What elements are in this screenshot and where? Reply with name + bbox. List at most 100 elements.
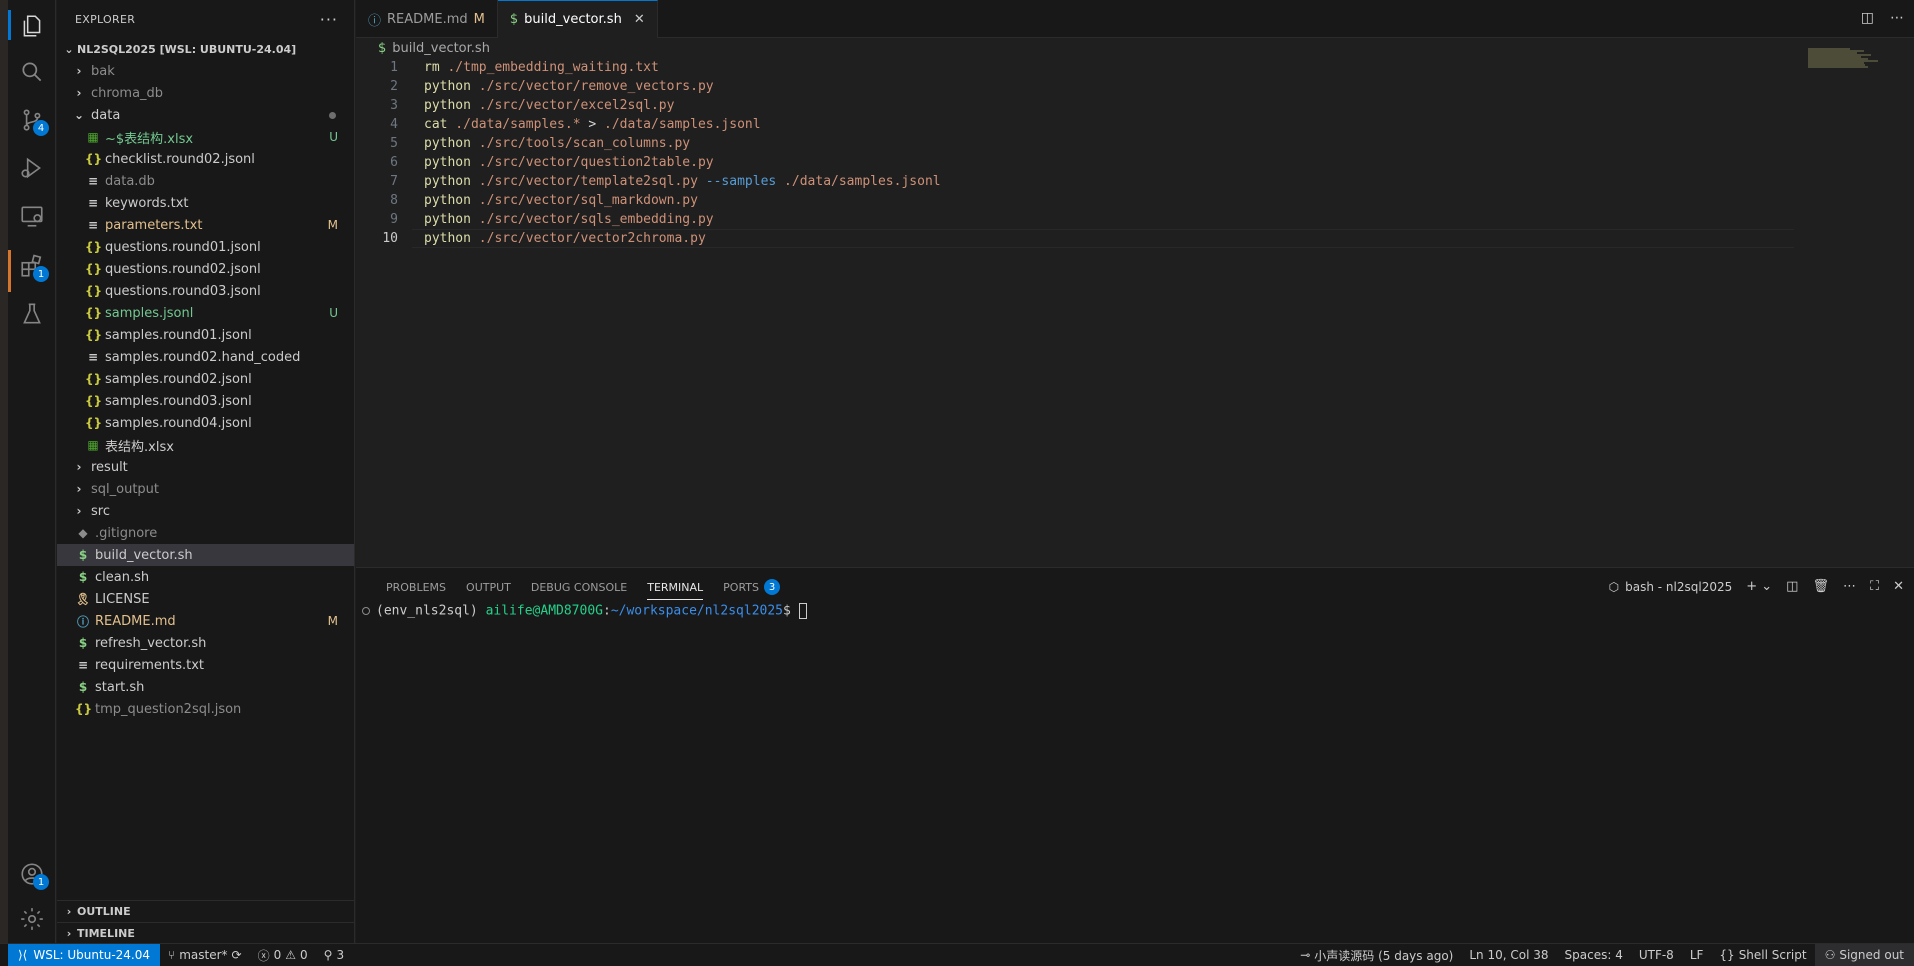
tree-item-label: questions.round03.jsonl (105, 283, 261, 299)
language-mode[interactable]: {} Shell Script (1711, 944, 1814, 966)
tree-item[interactable]: ⓘ README.md M (57, 610, 354, 632)
tree-item[interactable]: {} samples.jsonl U (57, 302, 354, 324)
explorer-icon[interactable] (16, 10, 48, 42)
panel-tab-terminal[interactable]: TERMINAL (637, 568, 713, 606)
end-of-line[interactable]: LF (1682, 944, 1712, 966)
minimap[interactable] (1808, 48, 1878, 70)
panel-tab-label: OUTPUT (466, 580, 511, 594)
panel-tab-output[interactable]: OUTPUT (456, 568, 521, 606)
tree-item[interactable]: › sql_output (57, 478, 354, 500)
kill-terminal-icon[interactable]: 🗑 (1812, 579, 1829, 594)
code-line[interactable]: 9 python ./src/vector/sqls_embedding.py (356, 210, 1914, 229)
code-editor[interactable]: $ build_vector.sh 1 rm ./tmp_embedding_wa… (356, 38, 1914, 567)
json-file-icon: {} (85, 372, 103, 386)
code-text: python ./src/vector/template2sql.py --sa… (424, 174, 941, 189)
split-editor-icon[interactable]: ◫ (1861, 10, 1874, 26)
testing-icon[interactable] (16, 298, 48, 330)
code-line[interactable]: 1 rm ./tmp_embedding_waiting.txt (356, 58, 1914, 77)
code-line[interactable]: 2 python ./src/vector/remove_vectors.py (356, 77, 1914, 96)
cursor-position[interactable]: Ln 10, Col 38 (1461, 944, 1556, 966)
tree-item[interactable]: $ build_vector.sh (57, 544, 354, 566)
code-line[interactable]: 4 cat ./data/samples.* > ./data/samples.j… (356, 115, 1914, 134)
tree-item[interactable]: {} samples.round02.jsonl (57, 368, 354, 390)
tree-item[interactable]: {} samples.round01.jsonl (57, 324, 354, 346)
tree-item[interactable]: {} samples.round03.jsonl (57, 390, 354, 412)
panel-tab-debug-console[interactable]: DEBUG CONSOLE (521, 568, 637, 606)
tab-readme[interactable]: ⓘ README.md M (356, 0, 498, 38)
code-line[interactable]: 3 python ./src/vector/excel2sql.py (356, 96, 1914, 115)
more-actions-icon[interactable]: ⋯ (1890, 10, 1904, 26)
tree-item-label: samples.round02.jsonl (105, 371, 252, 387)
maximize-panel-icon[interactable]: ⛶ (1870, 579, 1879, 594)
problems-indicator[interactable]: ⓧ 0 ⚠ 0 (250, 944, 316, 966)
search-icon[interactable] (16, 56, 48, 88)
tree-item[interactable]: {} questions.round02.jsonl (57, 258, 354, 280)
tree-item[interactable]: {} checklist.round02.jsonl (57, 148, 354, 170)
tree-item[interactable]: 🎗 LICENSE (57, 588, 354, 610)
code-token: python (424, 79, 471, 94)
terminal-name: bash - nl2sql2025 (1625, 579, 1733, 594)
ports-indicator[interactable]: ⚲ 3 (316, 944, 352, 966)
tree-item[interactable]: › chroma_db (57, 82, 354, 104)
tree-item[interactable]: ▦ ~$表结构.xlsx U (57, 126, 354, 148)
prompt-sep: : (602, 603, 611, 619)
remote-indicator[interactable]: ⟩⟨ WSL: Ubuntu-24.04 (8, 943, 161, 966)
tree-item[interactable]: $ refresh_vector.sh (57, 632, 354, 654)
code-line[interactable]: 8 python ./src/vector/sql_markdown.py (356, 191, 1914, 210)
outline-section[interactable]: › OUTLINE (57, 900, 355, 922)
branch-indicator[interactable]: ⑂ master* ⟳ (160, 944, 250, 966)
encoding[interactable]: UTF-8 (1631, 944, 1682, 966)
tree-item[interactable]: {} tmp_question2sql.json (57, 698, 354, 720)
tree-item[interactable]: $ clean.sh (57, 566, 354, 588)
tree-item[interactable]: › bak (57, 60, 354, 82)
line-number: 10 (382, 231, 398, 246)
source-control-icon[interactable]: 4 (16, 104, 49, 136)
tree-item[interactable]: ≡ parameters.txt M (57, 214, 354, 236)
new-terminal-icon[interactable]: + ⌄ (1746, 579, 1772, 594)
sync-icon[interactable]: ⟳ (232, 948, 242, 962)
info-icon: ⓘ (368, 13, 382, 29)
more-actions-icon[interactable]: ⋯ (1843, 579, 1856, 594)
remote-explorer-icon[interactable] (16, 200, 48, 232)
tree-item[interactable]: ≡ keywords.txt (57, 192, 354, 214)
tree-item[interactable]: {} questions.round03.jsonl (57, 280, 354, 302)
terminal-prompt-line[interactable]: (env_nls2sql) ailife@AMD8700G:~/workspac… (362, 603, 807, 619)
tree-item[interactable]: ◆ .gitignore (57, 522, 354, 544)
panel-tab-ports[interactable]: PORTS 3 (713, 568, 790, 606)
close-panel-icon[interactable]: ✕ (1893, 579, 1904, 594)
tree-item[interactable]: $ start.sh (57, 676, 354, 698)
more-actions-icon[interactable]: ··· (320, 10, 338, 29)
run-debug-icon[interactable] (16, 152, 48, 184)
breadcrumb-file[interactable]: build_vector.sh (392, 41, 490, 56)
git-blame[interactable]: ⊸ 小声读源码 (5 days ago) (1292, 944, 1461, 966)
tree-item[interactable]: › src (57, 500, 354, 522)
workspace-root[interactable]: ⌄ NL2SQL2025 [WSL: UBUNTU-24.04] (57, 38, 354, 60)
tab-build-vector[interactable]: $ build_vector.sh ✕ (497, 0, 658, 38)
tree-item[interactable]: {} samples.round04.jsonl (57, 412, 354, 434)
tree-item[interactable]: ≡ samples.round02.hand_coded (57, 346, 354, 368)
tree-item[interactable]: › result (57, 456, 354, 478)
close-icon[interactable]: ✕ (634, 12, 645, 27)
account-status[interactable]: ⚇ Signed out (1814, 943, 1914, 966)
terminal-selector[interactable]: ⬡ bash - nl2sql2025 (1609, 580, 1733, 594)
extensions-icon[interactable]: 1 (16, 250, 49, 282)
code-lines[interactable]: 1 rm ./tmp_embedding_waiting.txt 2 python .… (356, 58, 1914, 248)
code-token: ./src/vector/template2sql.py (470, 174, 706, 189)
panel-tab-problems[interactable]: PROBLEMS (376, 568, 456, 606)
tree-item-label: src (91, 503, 110, 519)
code-line[interactable]: 6 python ./src/vector/question2table.py (356, 153, 1914, 172)
tree-item[interactable]: {} questions.round01.jsonl (57, 236, 354, 258)
tree-item[interactable]: ≡ requirements.txt (57, 654, 354, 676)
split-terminal-icon[interactable]: ◫ (1786, 579, 1798, 594)
tree-item[interactable]: ▦ 表结构.xlsx (57, 434, 354, 456)
tree-item[interactable]: ⌄ data (57, 104, 354, 126)
accounts-icon[interactable]: 1 (16, 858, 49, 890)
code-line[interactable]: 10 python ./src/vector/vector2chroma.py (356, 229, 1914, 248)
git-status-badge: U (329, 306, 338, 320)
code-line[interactable]: 7 python ./src/vector/template2sql.py --s… (356, 172, 1914, 191)
settings-gear-icon[interactable] (16, 903, 48, 935)
timeline-section[interactable]: › TIMELINE (57, 922, 355, 944)
code-line[interactable]: 5 python ./src/tools/scan_columns.py (356, 134, 1914, 153)
tree-item[interactable]: ≡ data.db (57, 170, 354, 192)
indentation[interactable]: Spaces: 4 (1557, 944, 1631, 966)
